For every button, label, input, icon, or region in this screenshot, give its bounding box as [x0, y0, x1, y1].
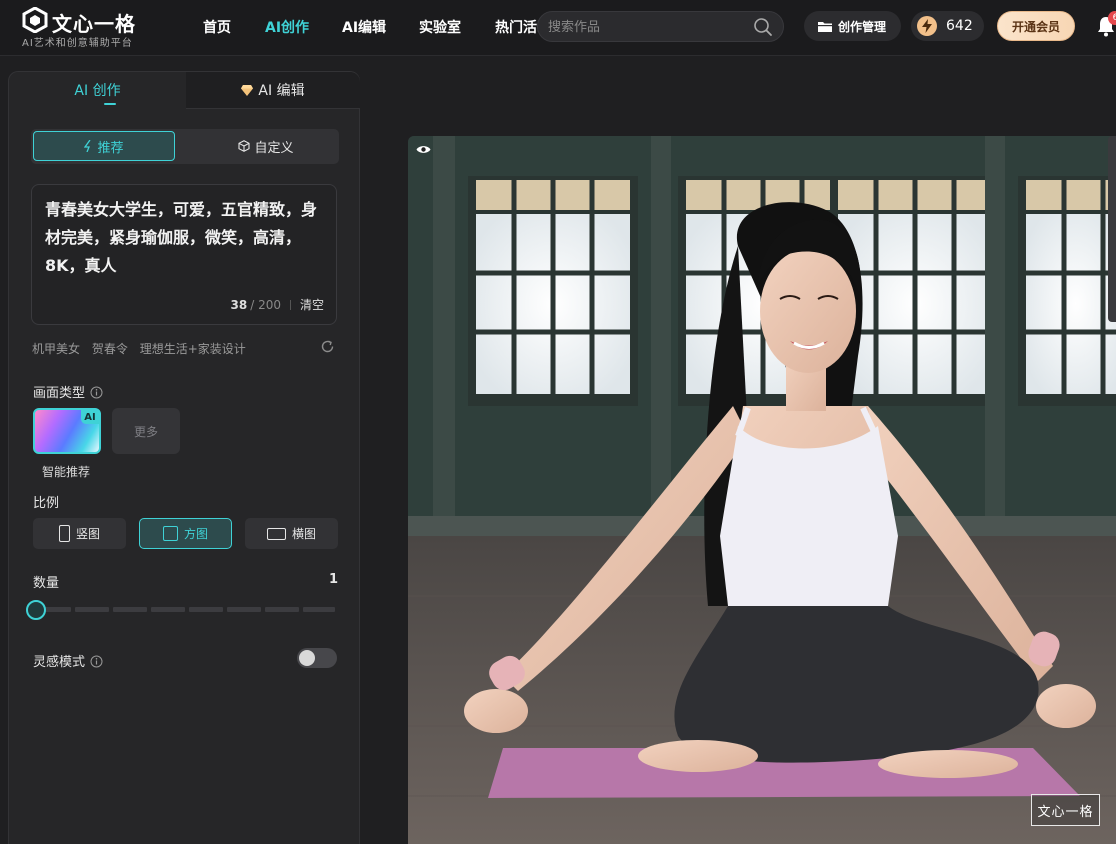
slider-segment: [151, 607, 185, 612]
generated-image: [408, 136, 1116, 844]
slider-segment: [113, 607, 147, 612]
char-counter: 38 / 200 清空: [231, 296, 324, 313]
points-balance[interactable]: 642: [911, 11, 984, 41]
notification-badge: 6: [1108, 11, 1116, 25]
mode-recommend-label: 推荐: [97, 140, 124, 156]
inspiration-section-label: 灵感模式: [33, 651, 103, 670]
prompt-text[interactable]: 青春美女大学生，可爱，五官精致，身材完美，紧身瑜伽服，微笑，高清，8K，真人: [45, 196, 327, 280]
logo-mark-icon: [22, 7, 48, 33]
cube-icon: [238, 140, 251, 152]
prompt-textarea[interactable]: 青春美女大学生，可爱，五官精致，身材完美，紧身瑜伽服，微笑，高清，8K，真人 3…: [31, 184, 337, 325]
counter-divider: [289, 299, 291, 310]
style-label-text: 画面类型: [33, 386, 86, 401]
suggested-tags: 机甲美女 贺春令 理想生活+家装设计: [32, 340, 254, 358]
style-section-label: 画面类型: [33, 382, 103, 401]
mode-switch: 推荐 自定义: [31, 129, 339, 164]
clear-button[interactable]: 清空: [300, 296, 324, 313]
char-max: / 200: [250, 297, 281, 312]
generated-image-preview[interactable]: [408, 136, 1116, 844]
slider-segment: [265, 607, 299, 612]
eye-icon[interactable]: [416, 144, 431, 155]
inspiration-toggle[interactable]: [297, 648, 337, 668]
style-card-caption: 智能推荐: [42, 465, 91, 479]
tab-ai-create[interactable]: AI 创作: [9, 72, 186, 108]
top-bar: 文心一格 AI艺术和创意辅助平台 首页 AI创作 AI编辑 实验室 热门活动 创…: [0, 0, 1116, 56]
brand-name: 文心一格: [52, 12, 136, 36]
search-input[interactable]: [548, 17, 748, 37]
quantity-section-label: 数量: [33, 576, 60, 591]
tab-active-indicator: [104, 103, 116, 105]
tab-ai-edit-label: AI 编辑: [258, 83, 305, 99]
landscape-shape-icon: [266, 527, 286, 540]
folder-icon: [818, 21, 832, 32]
nav-ai-edit[interactable]: AI编辑: [342, 17, 386, 37]
ratio-landscape-label: 横图: [291, 527, 316, 541]
style-more-button[interactable]: 更多: [112, 408, 180, 454]
tag-item[interactable]: 机甲美女: [32, 342, 80, 356]
slider-segment: [189, 607, 223, 612]
portrait-shape-icon: [58, 525, 70, 542]
points-value: 642: [946, 18, 973, 34]
ratio-portrait-label: 竖图: [75, 527, 100, 541]
spark-icon: [84, 140, 92, 152]
square-shape-icon: [162, 526, 178, 541]
vip-button[interactable]: 开通会员: [997, 11, 1075, 41]
inspiration-label-text: 灵感模式: [33, 655, 86, 670]
search-icon[interactable]: [753, 17, 773, 37]
ratio-square-label: 方图: [183, 527, 208, 541]
slider-segment: [227, 607, 261, 612]
tag-item[interactable]: 贺春令: [92, 342, 128, 356]
bolt-icon: [917, 16, 937, 36]
quantity-value: 1: [329, 572, 339, 587]
tab-divider: [186, 108, 360, 109]
mode-custom-button[interactable]: 自定义: [195, 131, 337, 161]
ratio-section-label: 比例: [33, 496, 60, 511]
ai-badge: AI: [81, 410, 99, 424]
nav-ai-create[interactable]: AI创作: [265, 17, 309, 37]
refresh-icon[interactable]: [320, 339, 335, 354]
nav-home[interactable]: 首页: [203, 17, 231, 37]
mode-custom-label: 自定义: [254, 140, 294, 156]
mode-recommend-button[interactable]: 推荐: [33, 131, 175, 161]
scrollbar-handle[interactable]: [1108, 136, 1116, 322]
creation-manage-button[interactable]: 创作管理: [804, 11, 901, 41]
tab-ai-edit[interactable]: AI 编辑: [186, 72, 360, 108]
char-count: 38: [230, 297, 248, 312]
creation-panel: AI 创作 AI 编辑 推荐 自定义 青春美女大学生，可爱，五官精致，身材完美，…: [8, 71, 360, 844]
info-icon[interactable]: [90, 655, 103, 668]
creation-manage-label: 创作管理: [838, 19, 887, 34]
brand-tagline: AI艺术和创意辅助平台: [22, 38, 133, 49]
slider-segment: [303, 607, 335, 612]
info-icon[interactable]: [90, 386, 103, 399]
nav-lab[interactable]: 实验室: [419, 17, 461, 37]
search-box: [537, 11, 784, 42]
gem-icon: [241, 84, 254, 96]
tag-item[interactable]: 理想生活+家装设计: [140, 342, 246, 356]
toggle-knob: [299, 650, 315, 666]
quantity-slider-track[interactable]: [36, 607, 335, 612]
slider-segment: [75, 607, 109, 612]
ratio-portrait-button[interactable]: 竖图: [33, 518, 126, 549]
style-card-smart[interactable]: AI: [33, 408, 101, 454]
quantity-slider-thumb[interactable]: [26, 600, 46, 620]
brand-logo[interactable]: 文心一格 AI艺术和创意辅助平台: [22, 5, 172, 49]
ratio-square-button[interactable]: 方图: [139, 518, 232, 549]
ratio-landscape-button[interactable]: 横图: [245, 518, 338, 549]
image-watermark: 文心一格: [1031, 794, 1100, 826]
